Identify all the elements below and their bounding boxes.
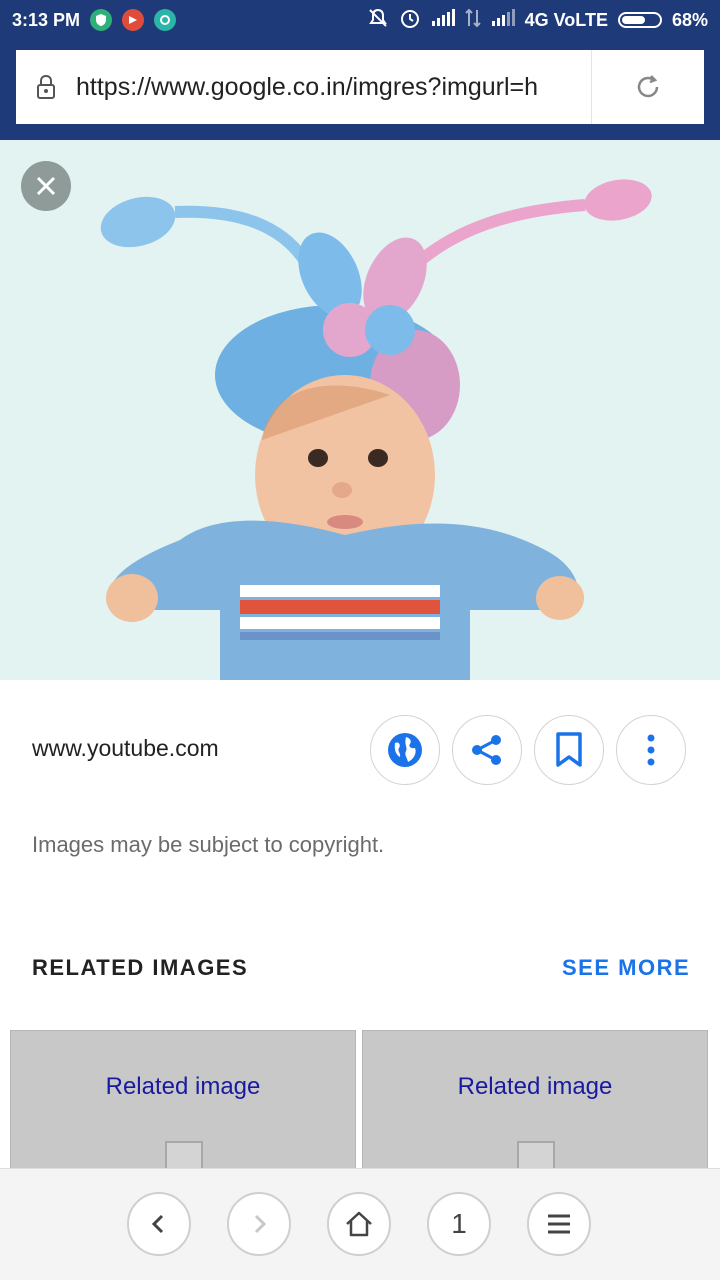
related-image-alt: Related image (105, 1073, 261, 1100)
alarm-icon (399, 7, 421, 34)
record-notification-icon (154, 9, 177, 31)
related-images-heading: RELATED IMAGES (32, 955, 249, 980)
more-vert-icon (647, 734, 655, 766)
battery-percent: 68% (671, 9, 708, 30)
bookmark-icon (556, 732, 582, 767)
related-image-alt: Related image (457, 1073, 613, 1100)
share-icon (472, 735, 501, 765)
preview-image[interactable] (0, 140, 720, 680)
reload-icon (637, 75, 659, 98)
close-icon (36, 176, 56, 196)
tabs-button[interactable]: 1 (427, 1192, 491, 1256)
back-button[interactable] (127, 1192, 191, 1256)
home-button[interactable] (327, 1192, 391, 1256)
baby-balloon-hat-illustration (0, 140, 720, 680)
globe-icon (388, 733, 422, 767)
shield-notification-icon (90, 9, 113, 31)
image-source-link[interactable]: www.youtube.com (32, 735, 219, 762)
url-text[interactable]: https://www.google.co.in/imgres?imgurl=h (76, 73, 586, 102)
hamburger-menu-icon (548, 1214, 570, 1234)
browser-toolbar: https://www.google.co.in/imgres?imgurl=h (0, 40, 720, 140)
tab-count: 1 (451, 1208, 467, 1239)
visit-button[interactable] (370, 715, 440, 785)
close-button[interactable] (21, 161, 71, 211)
share-button[interactable] (452, 715, 522, 785)
home-icon (346, 1211, 372, 1237)
battery-icon (617, 12, 662, 28)
data-transfer-icon (464, 8, 481, 33)
address-bar[interactable]: https://www.google.co.in/imgres?imgurl=h (16, 50, 704, 124)
lock-icon (16, 74, 76, 100)
related-image-tile[interactable]: Related image (362, 1030, 708, 1181)
forward-button[interactable] (227, 1192, 291, 1256)
status-time: 3:13 PM (12, 9, 81, 30)
network-label: 4G VoLTE (524, 9, 608, 30)
reload-button[interactable] (591, 50, 704, 124)
chevron-left-icon (151, 1214, 164, 1234)
related-image-tile[interactable]: Related image (10, 1030, 356, 1181)
copyright-notice: Images may be subject to copyright. (32, 832, 385, 857)
image-actions (370, 715, 686, 785)
mute-icon (367, 7, 389, 34)
browser-bottom-nav: 1 (0, 1168, 720, 1280)
chevron-right-icon (254, 1214, 267, 1234)
signal-icon-2 (491, 8, 515, 32)
see-more-link[interactable]: SEE MORE (562, 955, 690, 981)
status-bar: 3:13 PM 4G VoLTE 68% (0, 0, 720, 40)
app-notification-icon (122, 9, 145, 31)
signal-icon (431, 8, 455, 32)
bookmark-button[interactable] (534, 715, 604, 785)
menu-button[interactable] (527, 1192, 591, 1256)
more-options-button[interactable] (616, 715, 686, 785)
